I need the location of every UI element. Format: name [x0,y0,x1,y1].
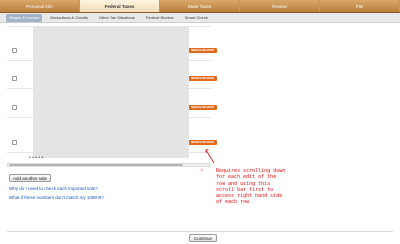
subtab-other-tax-situations[interactable]: Other Tax Situations [96,14,138,22]
top-tab-bar: Personal Info Federal Taxes State Taxes … [0,0,400,13]
needs-review-button[interactable]: NEEDS REVIEW [188,105,217,110]
footer-divider [7,231,393,232]
continue-button[interactable]: Continue [189,234,218,242]
redacted-area [33,27,189,158]
needs-review-button[interactable]: NEEDS REVIEW [188,140,217,145]
horizontal-scrollbar[interactable] [7,163,210,167]
scrollbar-thumb[interactable] [9,164,183,166]
truncated-text: • • • • • [29,155,44,161]
add-another-sale-button[interactable]: Add another sale [9,174,52,182]
help-link-check-imported-sale[interactable]: Why do I need to check each imported sal… [9,186,98,191]
tab-file[interactable]: File [320,0,400,12]
needs-review-button[interactable]: NEEDS REVIEW [188,48,217,53]
row-checkbox[interactable] [12,140,17,145]
subtab-federal-review[interactable]: Federal Review [143,14,177,22]
tab-review[interactable]: Review [240,0,320,12]
subtab-smart-check[interactable]: Smart Check [182,14,211,22]
subtab-deductions-credits[interactable]: Deductions & Credits [47,14,91,22]
row-checkbox[interactable] [12,105,17,110]
tab-personal-info[interactable]: Personal Info [0,0,80,12]
needs-review-button[interactable]: NEEDS REVIEW [188,76,217,81]
tab-state-taxes[interactable]: State Taxes [160,0,240,12]
help-link-1099b-mismatch[interactable]: What if these numbers don't match my 109… [9,195,104,200]
tab-federal-taxes[interactable]: Federal Taxes [80,0,160,12]
sub-tab-bar: Wages & Income Deductions & Credits Othe… [0,13,400,23]
annotation-note: Requires scrolling down for each edit of… [216,168,286,206]
subtab-wages-income[interactable]: Wages & Income [6,13,43,22]
row-checkbox[interactable] [12,48,17,53]
row-checkbox[interactable] [12,76,17,81]
